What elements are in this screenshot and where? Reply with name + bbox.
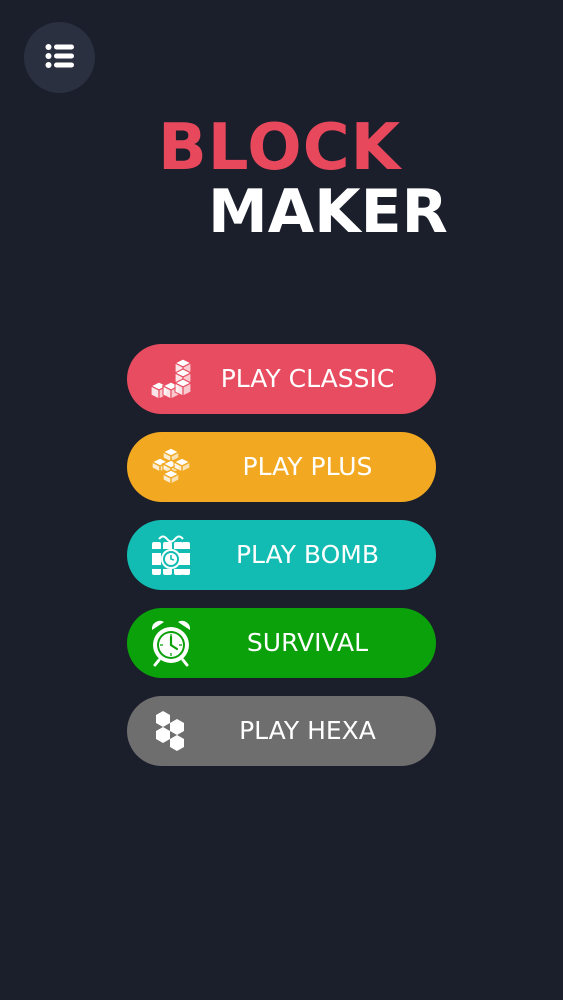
play-classic-button[interactable]: PLAY CLASSIC [127, 344, 436, 414]
play-plus-label: PLAY PLUS [242, 452, 373, 481]
play-bomb-label: PLAY BOMB [235, 540, 380, 569]
time-bomb-icon [147, 532, 195, 578]
play-classic-label: PLAY CLASSIC [220, 364, 395, 393]
survival-button[interactable]: SURVIVAL [127, 608, 436, 678]
list-menu-icon [45, 43, 75, 73]
title-maker: MAKER [208, 177, 448, 247]
hexagons-icon [147, 708, 195, 754]
play-hexa-button[interactable]: PLAY HEXA [127, 696, 436, 766]
alarm-clock-icon [147, 620, 195, 667]
play-plus-button[interactable]: PLAY PLUS [127, 432, 436, 502]
play-bomb-button[interactable]: PLAY BOMB [127, 520, 436, 590]
plus-blocks-icon [147, 444, 195, 490]
play-hexa-label: PLAY HEXA [239, 716, 376, 745]
menu-button[interactable] [24, 22, 95, 93]
survival-label: SURVIVAL [246, 628, 369, 657]
stair-blocks-icon [147, 356, 195, 402]
